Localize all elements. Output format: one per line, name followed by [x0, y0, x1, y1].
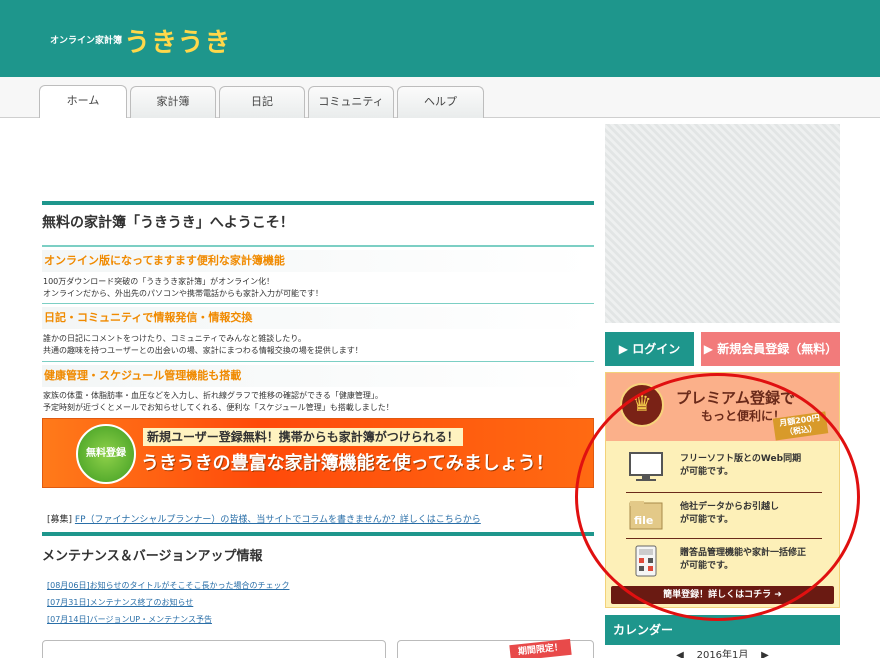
maintenance-heading: メンテナンス＆バージョンアップ情報: [42, 549, 263, 564]
signup-banner[interactable]: 無料登録 新規ユーザー登録無料！携帯からも家計簿がつけられる！ うきうきの豊富な…: [42, 418, 594, 488]
feature-text: 誰かの日記にコメントをつけたり、コミュニティでみんなと雑談したり。: [43, 334, 307, 343]
recruit-prefix: [募集]: [47, 515, 73, 525]
section-divider: [42, 245, 594, 247]
brand-tagline: オンライン家計簿: [50, 36, 123, 46]
section-divider: [42, 532, 594, 536]
tab-diary[interactable]: 日記: [219, 86, 305, 118]
news-link[interactable]: [07月14日]バージョンUP・メンテナンス予告: [47, 614, 212, 625]
tab-community[interactable]: コミュニティ: [308, 86, 394, 118]
login-button[interactable]: ▶ ログイン: [605, 332, 694, 366]
banner-text: 新規ユーザー登録無料！携帯からも家計簿がつけられる！: [143, 428, 463, 446]
feature-heading: オンライン版になってますます便利な家計簿機能: [42, 250, 594, 272]
register-button[interactable]: ▶ 新規会員登録（無料）: [701, 332, 840, 366]
section-divider: [42, 201, 594, 205]
calendar-month: 2016年1月: [696, 650, 749, 658]
feature-text: オンラインだから、外出先のパソコンや携帯電話からも家計入力が可能です！: [43, 289, 323, 298]
section-divider: [42, 303, 594, 304]
news-link[interactable]: [07月31日]メンテナンス終了のお知らせ: [47, 597, 193, 608]
feature-heading: 健康管理・スケジュール管理機能も搭載: [42, 365, 594, 387]
tab-help[interactable]: ヘルプ: [397, 86, 484, 118]
feature-heading: 日記・コミュニティで情報発信・情報交換: [42, 307, 594, 329]
feature-text: 100万ダウンロード突破の「うきうき家計簿」がオンライン化！: [43, 277, 275, 286]
tab-home[interactable]: ホーム: [39, 85, 127, 118]
free-signup-badge: 無料登録: [76, 424, 136, 484]
feature-text: 予定時刻が近づくとメールでお知らせしてくれる、便利な「スケジュール管理」も搭載し…: [43, 403, 394, 412]
ad-placeholder: [605, 124, 840, 323]
calendar-next-button[interactable]: ▶: [761, 650, 769, 658]
feature-text: 家族の体重・体脂肪率・血圧などを入力し、折れ線グラフで推移の確認ができる「健康管…: [43, 391, 383, 400]
recruit-link[interactable]: FP（ファイナンシャルプランナー）の皆様、当サイトでコラムを書きませんか？詳しく…: [75, 515, 481, 525]
main-nav: ホーム 家計簿 日記 コミュニティ ヘルプ: [0, 77, 880, 118]
site-header: オンライン家計簿 うきうき: [0, 0, 880, 77]
welcome-heading: 無料の家計簿「うきうき」へようこそ！: [42, 215, 294, 231]
feature-text: 共通の趣味を持つユーザーとの出会いの場、家計にまつわる情報交換の場を提供します！: [43, 346, 363, 355]
calendar-nav: ◀ 2016年1月 ▶: [605, 645, 840, 658]
recruit-notice: [募集] FP（ファイナンシャルプランナー）の皆様、当サイトでコラムを書きません…: [47, 512, 481, 525]
news-link[interactable]: [08月06日]お知らせのタイトルがそこそこ長かった場合のチェック: [47, 580, 289, 591]
calendar-prev-button[interactable]: ◀: [676, 650, 684, 658]
highlight-circle: [575, 373, 860, 621]
section-divider: [42, 361, 594, 362]
tab-kakeibo[interactable]: 家計簿: [130, 86, 216, 118]
banner-headline: うきうきの豊富な家計簿機能を使ってみましょう！: [141, 453, 554, 474]
content-box: [42, 640, 386, 658]
site-logo[interactable]: うきうき: [124, 22, 231, 59]
page: オンライン家計簿 うきうき ホーム 家計簿 日記 コミュニティ ヘルプ 無料の家…: [0, 0, 880, 658]
